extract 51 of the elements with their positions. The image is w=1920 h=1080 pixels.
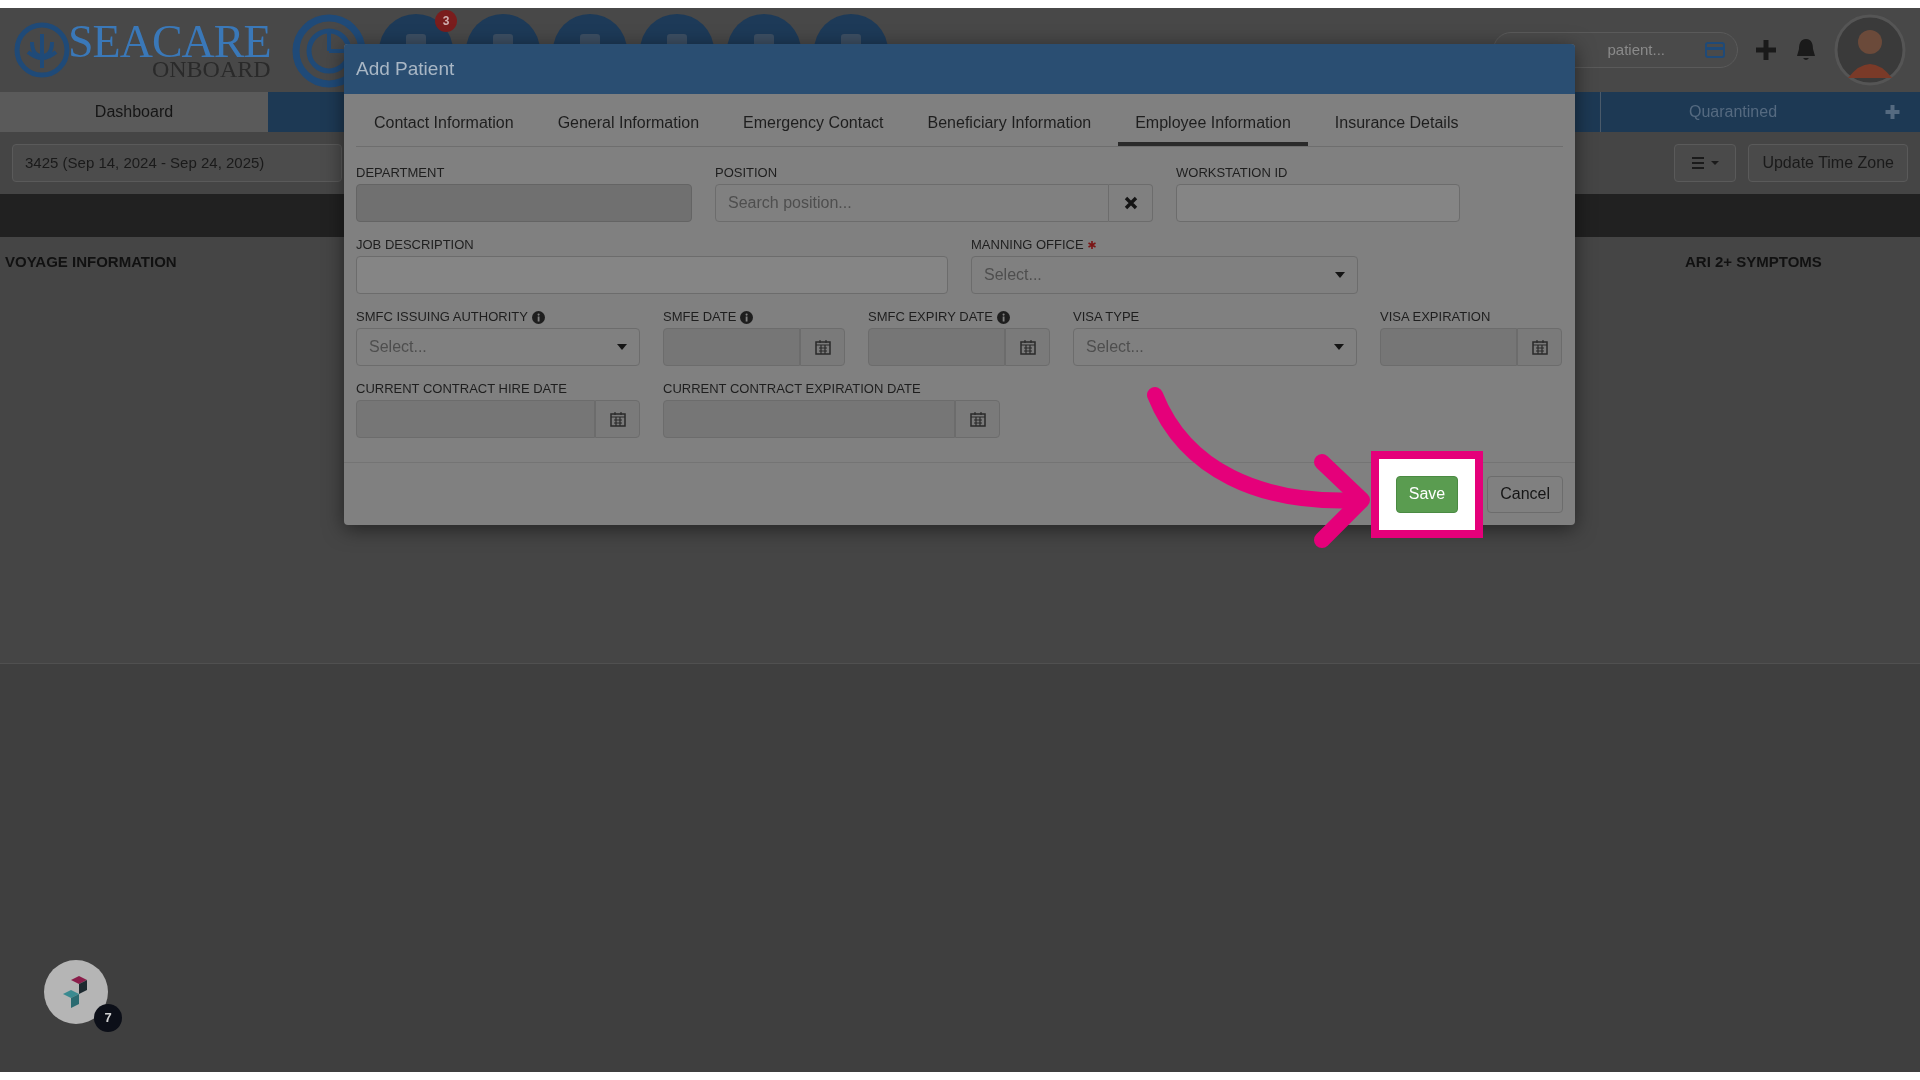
user-avatar[interactable]	[1834, 14, 1906, 86]
calendar-button[interactable]	[1005, 328, 1050, 366]
calendar-icon	[609, 411, 626, 427]
text-input-field[interactable]	[356, 256, 948, 294]
info-icon[interactable]	[531, 310, 545, 324]
menu-dropdown-button[interactable]	[1674, 144, 1737, 182]
chat-badge: 7	[94, 1004, 122, 1032]
field-label: SMFC EXPIRY DATE	[868, 308, 993, 327]
info-icon[interactable]	[740, 310, 754, 324]
caret-icon	[1335, 272, 1345, 278]
info-icon[interactable]	[997, 310, 1010, 324]
text-input-field[interactable]	[1176, 184, 1460, 222]
calendar-icon	[1019, 339, 1036, 355]
notification-bell-icon[interactable]	[1794, 37, 1818, 63]
field-label: CURRENT CONTRACT EXPIRATION DATE	[663, 380, 921, 399]
dialog-tab[interactable]: Contact Information	[357, 104, 531, 146]
calendar-button[interactable]	[1517, 328, 1562, 366]
nav-tab[interactable]: Dashboard	[0, 92, 268, 132]
dialog-tab[interactable]: Beneficiary Information	[910, 104, 1109, 146]
dialog-tab[interactable]: Emergency Contact	[726, 104, 901, 146]
field-label: SMFC ISSUING AUTHORITY	[356, 308, 528, 327]
dialog-tab[interactable]: General Information	[540, 104, 717, 146]
caret-icon	[617, 344, 627, 350]
add-icon[interactable]	[1754, 38, 1778, 62]
field-label: VISA TYPE	[1073, 308, 1140, 327]
field-label: CURRENT CONTRACT HIRE DATE	[356, 380, 567, 399]
close-icon	[1123, 196, 1138, 210]
field-label: JOB DESCRIPTION	[356, 236, 474, 255]
cancel-button[interactable]: Cancel	[1487, 475, 1563, 513]
clear-button[interactable]	[1109, 184, 1153, 222]
calendar-icon	[1531, 339, 1548, 355]
calendar-icon	[969, 411, 986, 427]
field-label: DEPARTMENT	[356, 164, 445, 183]
field-label: SMFE DATE	[663, 308, 737, 327]
field-label: MANNING OFFICE	[971, 236, 1084, 255]
calendar-button[interactable]	[595, 400, 640, 438]
notification-badge: 3	[435, 10, 457, 32]
save-button[interactable]: Save	[1395, 475, 1459, 513]
dialog-tab[interactable]: Insurance Details	[1317, 104, 1476, 146]
trident-logo-icon	[14, 22, 70, 78]
field-label: WORKSTATION ID	[1176, 164, 1288, 183]
calendar-icon	[814, 339, 831, 355]
dialog-tab[interactable]: Employee Information	[1118, 104, 1308, 146]
field-label: POSITION	[715, 164, 778, 183]
logo-text: SEACARE	[68, 19, 271, 65]
menu-icon	[1690, 156, 1721, 170]
calendar-button[interactable]	[955, 400, 1000, 438]
dialog-title: Add Patient	[344, 44, 1575, 94]
field-label: VISA EXPIRATION	[1380, 308, 1491, 327]
caret-icon	[1334, 344, 1344, 350]
calendar-button[interactable]	[800, 328, 845, 366]
